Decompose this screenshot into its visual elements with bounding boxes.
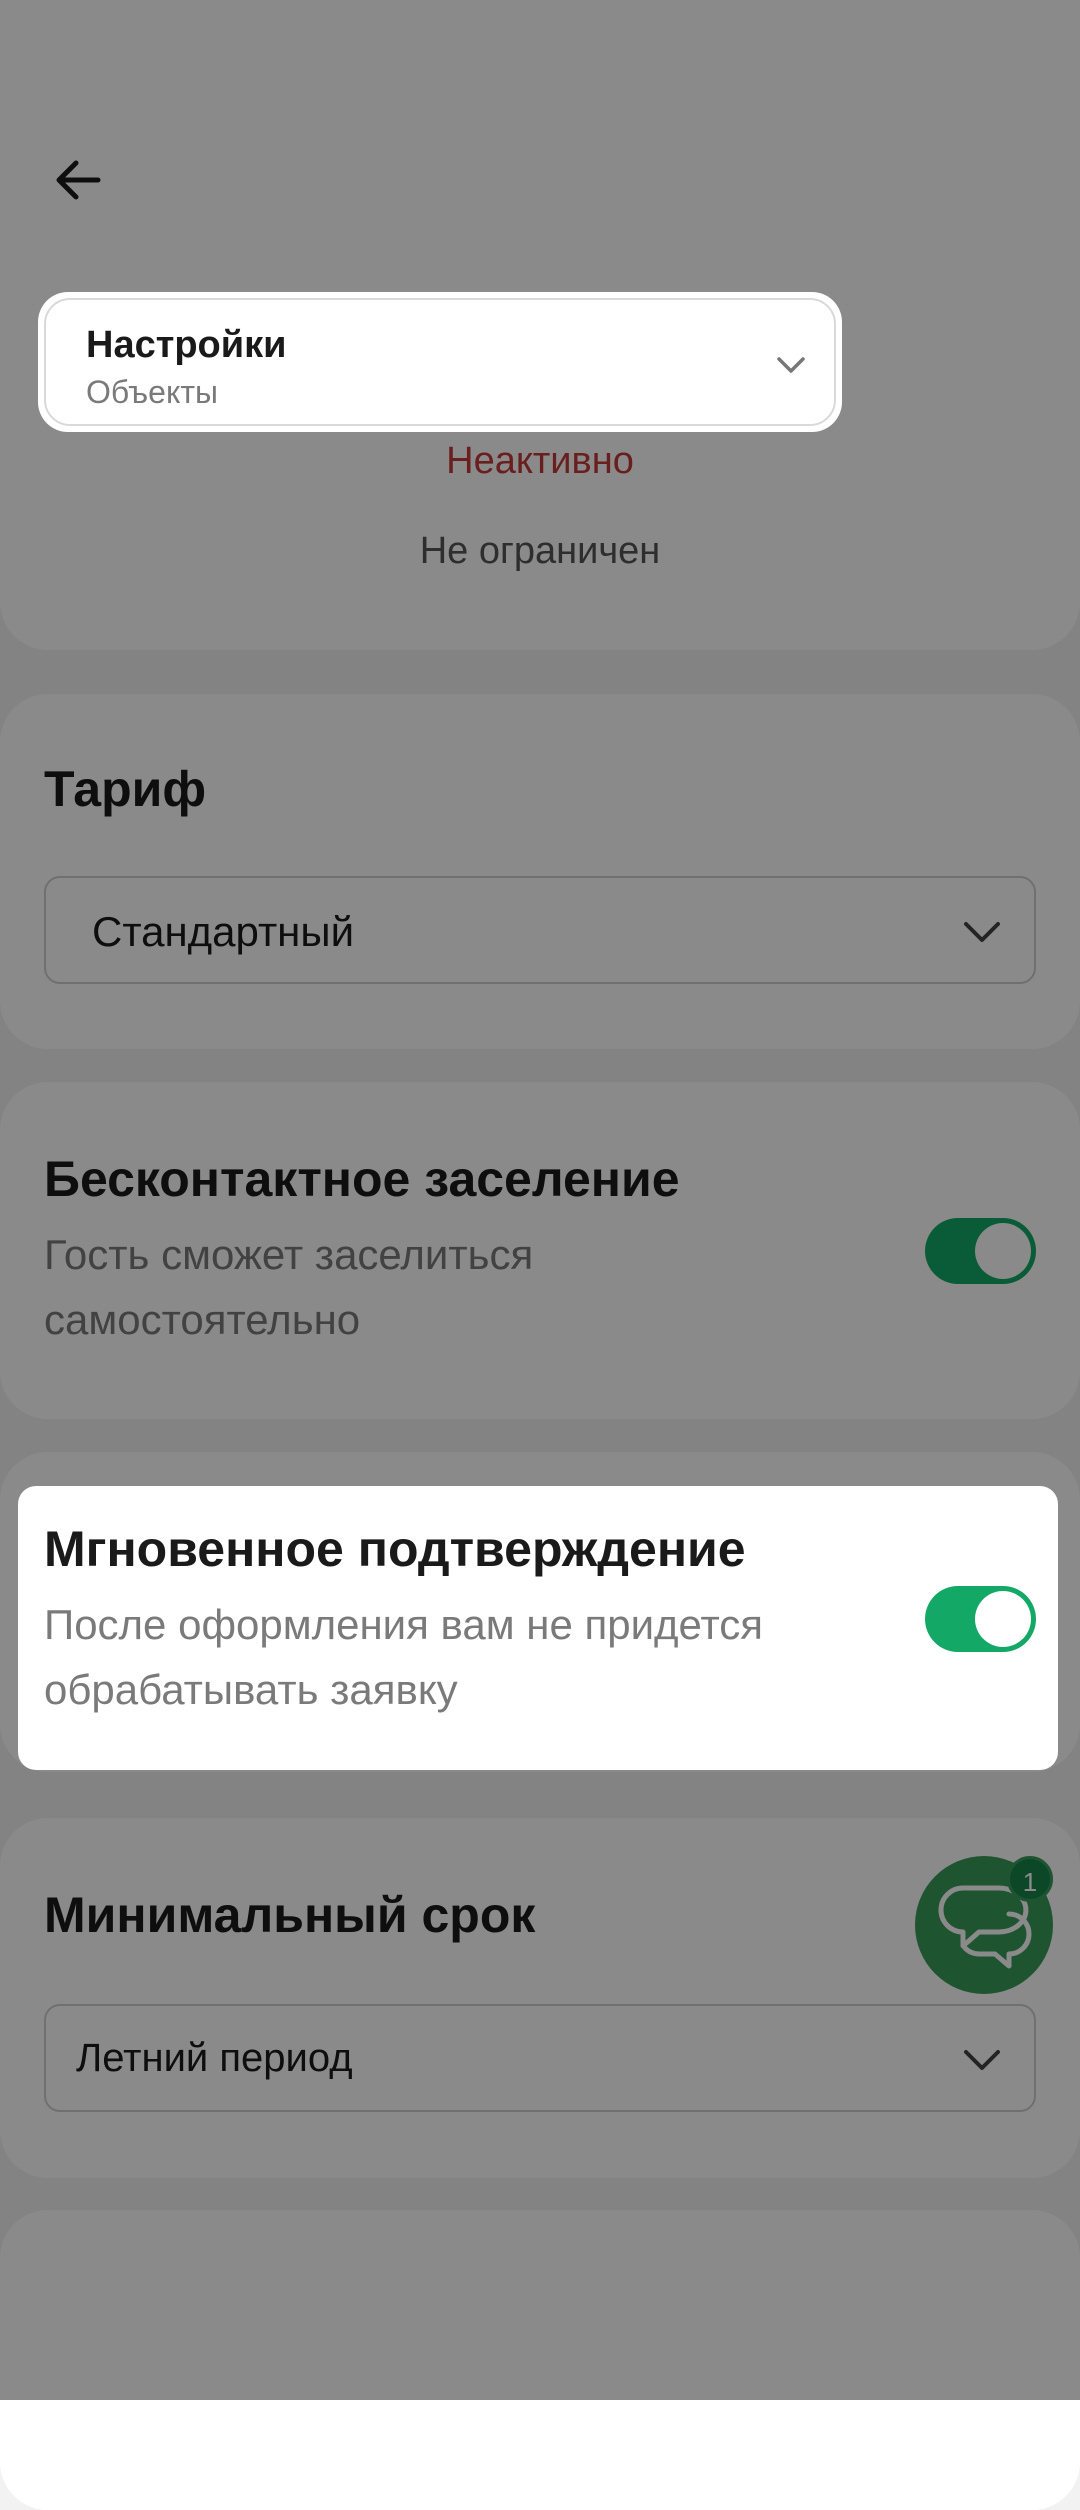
instant-confirmation-description-line2: обрабатывать заявку <box>44 1666 458 1713</box>
chevron-down-icon <box>777 357 805 373</box>
section-selector-subtitle: Объекты <box>86 374 218 410</box>
section-selector-frame: Настройки Объекты <box>44 298 836 426</box>
instant-confirmation-toggle[interactable] <box>925 1586 1036 1652</box>
instant-confirmation-title: Мгновенное подтверждение <box>44 1521 746 1577</box>
section-selector-title: Настройки <box>86 324 287 366</box>
toggle-knob <box>975 1591 1031 1647</box>
section-selector[interactable]: Настройки Объекты <box>38 292 842 432</box>
instant-confirmation-description-line1: После оформления вам не придется <box>44 1601 764 1648</box>
instant-confirmation-card: Мгновенное подтверждение После оформлени… <box>18 1486 1058 1770</box>
